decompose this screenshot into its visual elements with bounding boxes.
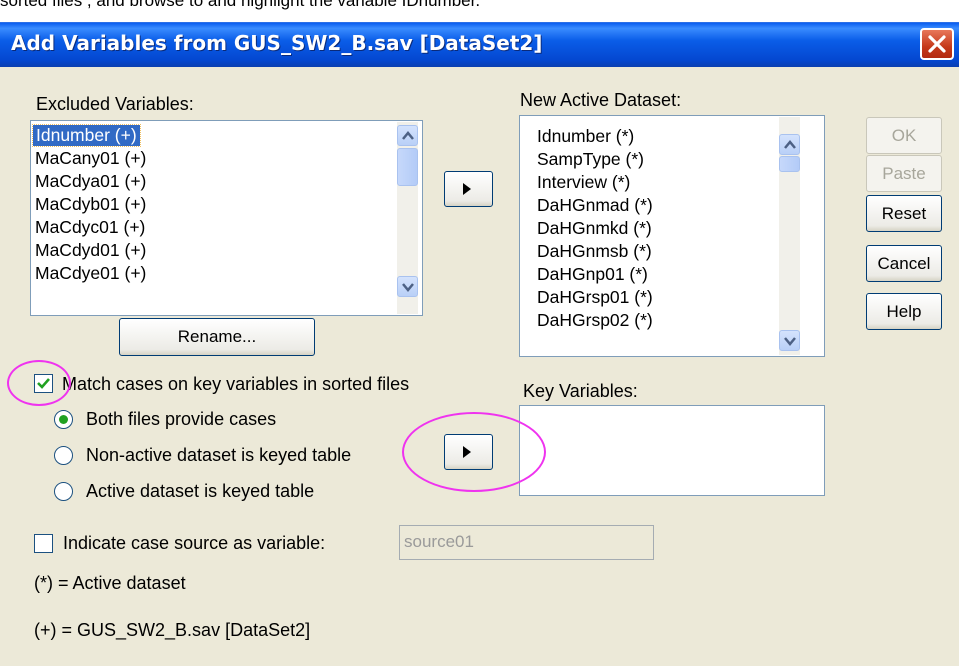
list-item[interactable]: DaHGnp01 (*)	[537, 264, 648, 285]
highlight-ellipse-checkbox	[7, 360, 71, 406]
caption-strip: sorted files , and browse to and highlig…	[0, 0, 959, 22]
paste-button[interactable]: Paste	[866, 155, 942, 192]
reset-button[interactable]: Reset	[866, 195, 942, 232]
list-item[interactable]: DaHGnmsb (*)	[537, 241, 652, 262]
scroll-down-button[interactable]	[397, 276, 418, 297]
radio-both-files[interactable]	[54, 410, 73, 429]
cancel-button[interactable]: Cancel	[866, 245, 942, 282]
list-item[interactable]: DaHGrsp01 (*)	[537, 287, 653, 308]
window-title: Add Variables from GUS_SW2_B.sav [DataSe…	[11, 31, 543, 55]
highlight-ellipse-arrow-button	[402, 412, 546, 492]
excluded-variables-list[interactable]: Idnumber (+) MaCany01 (+) MaCdya01 (+) M…	[30, 120, 423, 316]
scroll-thumb[interactable]	[779, 156, 800, 172]
help-button[interactable]: Help	[866, 293, 942, 330]
list-item[interactable]: Interview (*)	[537, 172, 630, 193]
excluded-variables-label: Excluded Variables:	[36, 94, 194, 114]
list-item[interactable]: MaCdyb01 (+)	[35, 194, 146, 215]
rename-button[interactable]: Rename...	[119, 318, 315, 356]
ok-button[interactable]: OK	[866, 117, 942, 154]
caption-text: sorted files , and browse to and highlig…	[0, 0, 481, 10]
legend-other: (+) = GUS_SW2_B.sav [DataSet2]	[34, 620, 311, 640]
right-triangle-icon	[463, 183, 471, 195]
list-item[interactable]: Idnumber (+)	[32, 124, 141, 147]
radio-active-keyed[interactable]	[54, 482, 73, 501]
scroll-up-button[interactable]	[779, 134, 800, 155]
new-active-dataset-label: New Active Dataset:	[520, 90, 682, 110]
key-variables-label: Key Variables:	[523, 381, 638, 401]
title-bar[interactable]: Add Variables from GUS_SW2_B.sav [DataSe…	[0, 22, 959, 67]
indicate-source-label: Indicate case source as variable:	[63, 533, 326, 553]
list-item[interactable]: DaHGrsp02 (*)	[537, 310, 653, 331]
chevron-up-icon	[784, 140, 796, 149]
chevron-down-icon	[784, 337, 796, 346]
list-item[interactable]: MaCdya01 (+)	[35, 171, 146, 192]
indicate-source-checkbox[interactable]	[34, 534, 53, 553]
list-item[interactable]: MaCdyc01 (+)	[35, 217, 145, 238]
match-cases-label: Match cases on key variables in sorted f…	[62, 374, 410, 394]
close-button[interactable]	[920, 28, 954, 60]
close-x-icon	[928, 35, 946, 53]
list-item[interactable]: SampType (*)	[537, 149, 644, 170]
list-item[interactable]: DaHGnmkd (*)	[537, 218, 652, 239]
list-item[interactable]: MaCdye01 (+)	[35, 263, 146, 284]
scroll-thumb[interactable]	[397, 148, 418, 186]
active-list-scrollbar[interactable]	[779, 117, 800, 355]
source-variable-input[interactable]: source01	[399, 525, 654, 560]
scroll-up-button[interactable]	[397, 125, 418, 146]
list-item[interactable]: Idnumber (*)	[537, 126, 634, 147]
chevron-up-icon	[402, 131, 414, 140]
list-item[interactable]: MaCany01 (+)	[35, 148, 146, 169]
radio-active-keyed-label: Active dataset is keyed table	[86, 481, 315, 501]
list-item[interactable]: MaCdyd01 (+)	[35, 240, 146, 261]
key-variables-list[interactable]	[519, 405, 825, 496]
move-to-active-button[interactable]	[444, 171, 493, 207]
new-active-dataset-list[interactable]: Idnumber (*) SampType (*) Interview (*) …	[519, 115, 825, 357]
chevron-down-icon	[402, 283, 414, 292]
radio-both-files-label: Both files provide cases	[86, 409, 277, 429]
scroll-down-button[interactable]	[779, 330, 800, 351]
radio-non-active-keyed[interactable]	[54, 446, 73, 465]
legend-active: (*) = Active dataset	[34, 573, 186, 593]
excluded-list-scrollbar[interactable]	[397, 122, 418, 314]
radio-non-active-keyed-label: Non-active dataset is keyed table	[86, 445, 352, 465]
radio-selected-dot	[59, 415, 68, 424]
list-item[interactable]: DaHGnmad (*)	[537, 195, 653, 216]
